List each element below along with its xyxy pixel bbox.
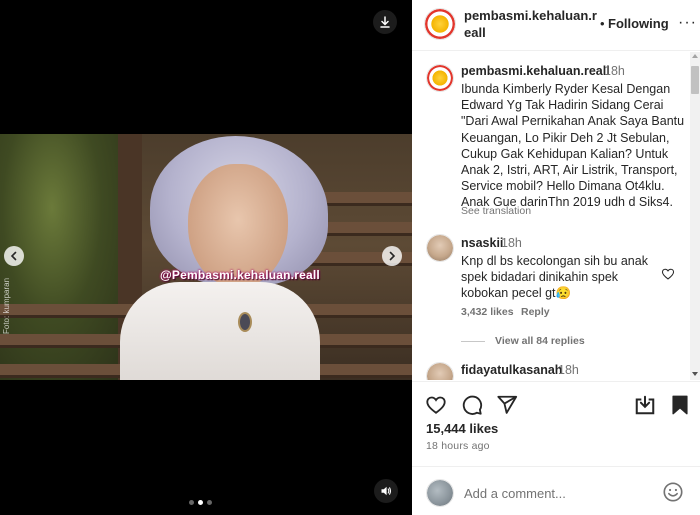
comment-username[interactable]: fidayatulkasanah bbox=[461, 363, 562, 377]
sound-toggle-button[interactable] bbox=[374, 479, 398, 503]
comment-username[interactable]: nsaskii bbox=[461, 236, 503, 250]
header-separator: • bbox=[600, 16, 605, 31]
smiley-icon[interactable] bbox=[662, 481, 684, 503]
heart-icon[interactable] bbox=[425, 394, 447, 416]
scroll-down-arrow-icon[interactable] bbox=[692, 372, 698, 376]
previous-slide-button[interactable] bbox=[4, 246, 24, 266]
user-photo bbox=[427, 480, 453, 506]
photo-watermark: @Pembasmi.kehaluan.reall bbox=[160, 268, 320, 282]
comment-like-icon[interactable] bbox=[661, 267, 675, 281]
photo-credit: Foto: kumparan bbox=[2, 277, 11, 334]
current-user-avatar bbox=[426, 479, 454, 507]
chevron-left-icon bbox=[10, 251, 17, 261]
post-details-panel: pembasmi.kehaluan.reall • Following ··· … bbox=[412, 0, 700, 515]
paper-plane-icon[interactable] bbox=[496, 394, 518, 416]
following-button[interactable]: Following bbox=[608, 16, 669, 31]
post-photo: @Pembasmi.kehaluan.reall Foto: kumparan bbox=[0, 134, 412, 380]
view-replies-label: View all 84 replies bbox=[495, 335, 585, 347]
view-replies-button[interactable]: View all 84 replies bbox=[461, 335, 585, 347]
caption-avatar[interactable] bbox=[426, 64, 454, 92]
bookmark-icon[interactable] bbox=[669, 394, 691, 416]
scroll-thumb[interactable] bbox=[691, 66, 699, 94]
see-translation-link[interactable]: See translation bbox=[461, 205, 531, 217]
comment-like-count[interactable]: 3,432 likes bbox=[461, 306, 514, 318]
carousel-dot-active bbox=[198, 500, 203, 505]
comment-avatar[interactable] bbox=[426, 362, 454, 380]
next-slide-button[interactable] bbox=[382, 246, 402, 266]
speaker-icon bbox=[381, 486, 392, 496]
more-options-icon[interactable]: ··· bbox=[678, 14, 697, 32]
header-avatar[interactable] bbox=[424, 8, 456, 40]
header-username[interactable]: pembasmi.kehaluan.reall bbox=[464, 7, 604, 41]
carousel-indicator bbox=[189, 500, 212, 505]
scroll-up-arrow-icon[interactable] bbox=[692, 54, 698, 58]
comment-text: Knp dl bs kecolongan sih bu anak spek bi… bbox=[461, 254, 648, 301]
download-button[interactable] bbox=[373, 10, 397, 34]
download-icon bbox=[380, 16, 390, 28]
user-photo bbox=[427, 363, 453, 380]
comment-bubble-icon[interactable] bbox=[461, 394, 483, 416]
comment-timestamp: 18h bbox=[558, 363, 579, 377]
comments-scrollbar[interactable] bbox=[690, 52, 700, 380]
replies-divider bbox=[461, 340, 485, 342]
chevron-right-icon bbox=[389, 251, 396, 261]
carousel-dot bbox=[189, 500, 194, 505]
carousel-dot bbox=[207, 500, 212, 505]
comment-timestamp: 18h bbox=[501, 236, 522, 250]
post-media[interactable]: @Pembasmi.kehaluan.reall Foto: kumparan bbox=[0, 0, 412, 515]
comment-input[interactable] bbox=[464, 483, 654, 503]
caption-timestamp: 18h bbox=[604, 64, 625, 78]
person-shirt bbox=[120, 282, 320, 380]
post-timestamp[interactable]: 18 hours ago bbox=[426, 440, 490, 452]
comment-reply-button[interactable]: Reply bbox=[521, 306, 550, 318]
comment-avatar[interactable] bbox=[426, 234, 454, 262]
user-photo bbox=[427, 235, 453, 261]
post-header: pembasmi.kehaluan.reall • Following ··· bbox=[412, 0, 700, 51]
profile-logo bbox=[427, 65, 453, 91]
action-bar bbox=[412, 381, 700, 425]
caption-text: Ibunda Kimberly Ryder Kesal Dengan Edwar… bbox=[461, 82, 685, 210]
add-comment-bar bbox=[412, 466, 700, 515]
caption-username[interactable]: pembasmi.kehaluan.reall bbox=[461, 64, 610, 78]
comments-list[interactable]: pembasmi.kehaluan.reall 18h Ibunda Kimbe… bbox=[412, 52, 700, 380]
post-like-count[interactable]: 15,444 likes bbox=[426, 421, 498, 436]
profile-logo bbox=[425, 9, 455, 39]
necklace-pendant bbox=[238, 312, 252, 332]
download-tray-icon[interactable] bbox=[634, 394, 656, 416]
